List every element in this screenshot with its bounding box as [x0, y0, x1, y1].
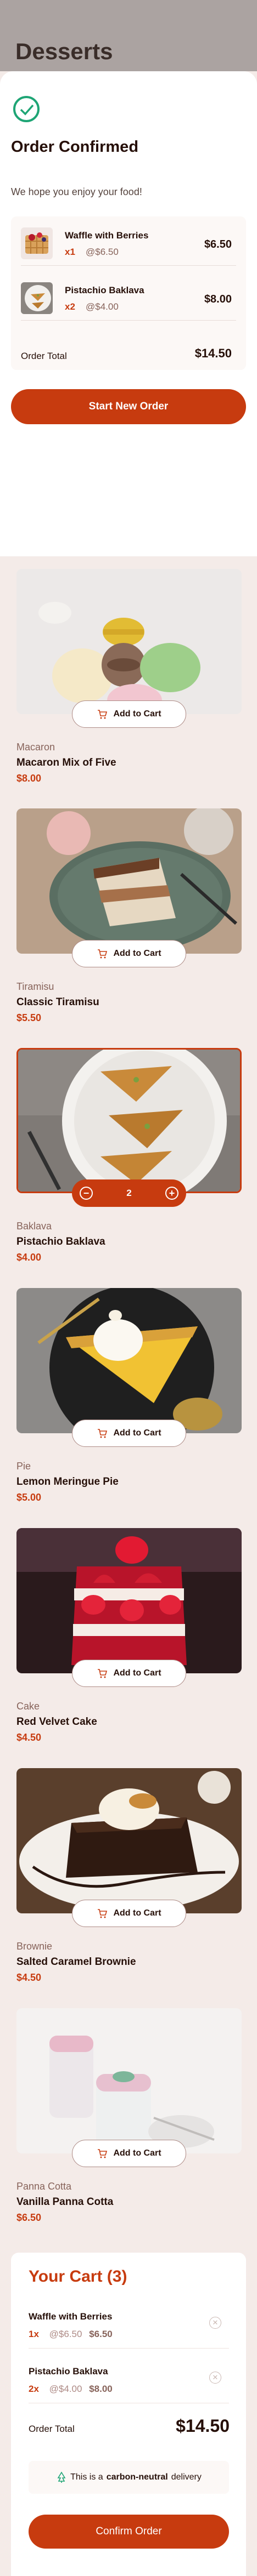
- cart-item-name: Pistachio Baklava: [29, 2366, 108, 2376]
- summary-item: Waffle with Berries x1 @$6.50 $6.50: [21, 216, 236, 266]
- increment-icon[interactable]: +: [165, 1187, 178, 1200]
- product-image: [16, 1288, 242, 1433]
- product-image: [16, 569, 242, 714]
- quantity-value: 2: [126, 1188, 132, 1198]
- product-name: Classic Tiramisu: [16, 996, 99, 1008]
- product-name: Macaron Mix of Five: [16, 757, 116, 768]
- summary-item-unit-price: @$6.50: [86, 247, 119, 257]
- cart-item-qty: 2x: [29, 2384, 39, 2394]
- product-image: [16, 2008, 242, 2153]
- product-category: Pie: [16, 1461, 31, 1472]
- product-name: Vanilla Panna Cotta: [16, 2196, 114, 2208]
- product-name: Lemon Meringue Pie: [16, 1476, 119, 1488]
- product-category: Brownie: [16, 1941, 53, 1952]
- cart-order-total-label: Order Total: [29, 2424, 75, 2434]
- add-to-cart-button[interactable]: Add to Cart: [72, 700, 186, 728]
- summary-item-name: Pistachio Baklava: [65, 285, 144, 295]
- add-to-cart-label: Add to Cart: [113, 1428, 161, 1438]
- cart-item-qty: 1x: [29, 2329, 39, 2339]
- summary-item-qty: x1: [65, 247, 75, 257]
- product-image: [16, 1768, 242, 1913]
- add-to-cart-label: Add to Cart: [113, 709, 161, 719]
- cart-item-details: 2x @$4.00 $8.00: [29, 2384, 113, 2395]
- summary-item-name: Waffle with Berries: [65, 230, 149, 241]
- cart-item-total: $8.00: [89, 2384, 113, 2394]
- product-category: Panna Cotta: [16, 2181, 72, 2192]
- order-confirmed-modal: Order Confirmed We hope you enjoy your f…: [0, 71, 257, 556]
- add-to-cart-label: Add to Cart: [113, 1668, 161, 1678]
- add-to-cart-icon: [98, 1909, 108, 1918]
- order-total-value: $14.50: [194, 346, 232, 360]
- product-name: Red Velvet Cake: [16, 1716, 97, 1728]
- cart-item-unit-price: @$4.00: [49, 2384, 82, 2394]
- add-to-cart-label: Add to Cart: [113, 2148, 161, 2158]
- add-to-cart-icon: [98, 2149, 108, 2158]
- product-price: $4.50: [16, 1732, 42, 1743]
- summary-item-unit-price: @$4.00: [86, 301, 119, 312]
- page-title: Desserts: [15, 38, 113, 64]
- carbon-neutral-notice: This is a carbon-neutral delivery: [29, 2461, 229, 2494]
- product-category: Baklava: [16, 1221, 52, 1232]
- product-price: $4.00: [16, 1252, 42, 1263]
- remove-item-icon[interactable]: ✕: [209, 2372, 221, 2384]
- carbon-bold: carbon-neutral: [106, 2472, 168, 2482]
- summary-item-total: $8.00: [204, 293, 232, 305]
- add-to-cart-button[interactable]: Add to Cart: [72, 1660, 186, 1687]
- baklava-thumbnail: [21, 282, 53, 314]
- order-summary: Waffle with Berries x1 @$6.50 $6.50 Pist…: [11, 216, 246, 370]
- remove-item-icon[interactable]: ✕: [209, 2317, 221, 2329]
- cart-item: Waffle with Berries 1x @$6.50 $6.50 ✕: [29, 2299, 229, 2349]
- product-category: Tiramisu: [16, 981, 54, 992]
- add-to-cart-button[interactable]: Add to Cart: [72, 1900, 186, 1927]
- summary-item-total: $6.50: [204, 238, 232, 250]
- product-price: $6.50: [16, 2212, 42, 2223]
- add-to-cart-icon: [98, 710, 108, 719]
- cart-item-unit-price: @$6.50: [49, 2329, 82, 2339]
- cart-panel: Your Cart (3) Waffle with Berries 1x @$6…: [11, 2253, 246, 2576]
- summary-item: Pistachio Baklava x2 @$4.00 $8.00: [21, 271, 236, 321]
- product-image: [16, 1528, 242, 1673]
- quantity-stepper[interactable]: − 2 +: [72, 1179, 186, 1207]
- carbon-suffix: delivery: [171, 2472, 202, 2482]
- add-to-cart-label: Add to Cart: [113, 949, 161, 958]
- product-price: $5.50: [16, 1012, 42, 1023]
- product-image: [16, 1048, 242, 1193]
- confirm-order-button[interactable]: Confirm Order: [29, 2515, 229, 2549]
- decrement-icon[interactable]: −: [80, 1187, 93, 1200]
- summary-item-qty: x2: [65, 301, 75, 312]
- product-price: $4.50: [16, 1972, 42, 1983]
- start-new-order-button[interactable]: Start New Order: [11, 389, 246, 424]
- order-total-label: Order Total: [21, 351, 67, 361]
- carbon-prefix: This is a: [70, 2472, 103, 2482]
- cart-order-total-value: $14.50: [176, 2416, 230, 2436]
- product-category: Macaron: [16, 742, 55, 753]
- add-to-cart-icon: [98, 949, 108, 959]
- product-price: $5.00: [16, 1492, 42, 1503]
- add-to-cart-button[interactable]: Add to Cart: [72, 1420, 186, 1447]
- add-to-cart-button[interactable]: Add to Cart: [72, 940, 186, 967]
- product-name: Pistachio Baklava: [16, 1236, 105, 1247]
- product-price: $8.00: [16, 773, 42, 784]
- add-to-cart-icon: [98, 1669, 108, 1678]
- product-name: Salted Caramel Brownie: [16, 1956, 136, 1968]
- add-to-cart-label: Add to Cart: [113, 1908, 161, 1918]
- cart-title: Your Cart (3): [29, 2267, 127, 2286]
- cart-item-name: Waffle with Berries: [29, 2311, 113, 2322]
- waffle-thumbnail: [21, 227, 53, 259]
- cart-item: Pistachio Baklava 2x @$4.00 $8.00 ✕: [29, 2354, 229, 2403]
- cart-item-total: $6.50: [89, 2329, 113, 2339]
- add-to-cart-icon: [98, 1429, 108, 1438]
- order-confirmed-subtitle: We hope you enjoy your food!: [11, 186, 142, 197]
- order-confirmed-icon: [13, 96, 40, 122]
- order-confirmed-title: Order Confirmed: [11, 138, 139, 156]
- carbon-neutral-icon: [57, 2471, 66, 2483]
- product-image: [16, 808, 242, 954]
- product-category: Cake: [16, 1701, 40, 1712]
- add-to-cart-button[interactable]: Add to Cart: [72, 2140, 186, 2167]
- cart-item-details: 1x @$6.50 $6.50: [29, 2329, 113, 2340]
